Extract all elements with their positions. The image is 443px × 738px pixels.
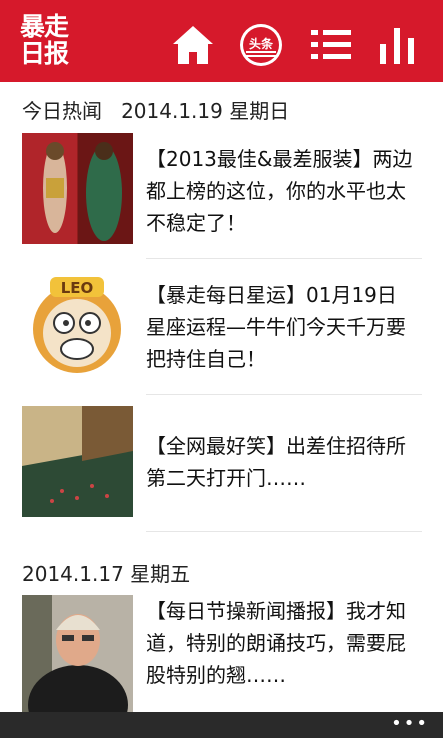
home-icon[interactable] bbox=[170, 22, 216, 68]
divider bbox=[146, 394, 422, 395]
section-header-date: 2014.1.17 星期五 bbox=[22, 562, 191, 586]
headline-icon[interactable]: 头条 bbox=[238, 22, 284, 68]
app-header: 暴走 日报 头条 bbox=[0, 0, 443, 82]
app-logo[interactable]: 暴走 日报 bbox=[20, 13, 78, 67]
news-thumbnail[interactable]: LEO bbox=[22, 269, 133, 380]
list-icon[interactable] bbox=[308, 22, 354, 68]
divider bbox=[146, 258, 422, 259]
logo-line-2: 日报 bbox=[20, 39, 69, 68]
logo-line-1: 暴走 bbox=[20, 12, 69, 41]
news-title[interactable]: 【2013最佳&最差服装】两边都上榜的这位，你的水平也太不稳定了！ bbox=[146, 143, 416, 239]
headline-badge-text: 头条 bbox=[249, 36, 274, 51]
news-title[interactable]: 【每日节操新闻播报】我才知道，特别的朗诵技巧，需要屁股特别的翘…… bbox=[146, 595, 416, 691]
section-header-today: 今日热闻 2014.1.19 星期日 bbox=[22, 99, 290, 123]
news-thumbnail[interactable] bbox=[22, 406, 133, 517]
chart-icon[interactable] bbox=[376, 22, 422, 68]
news-thumbnail[interactable] bbox=[22, 133, 133, 244]
more-options-icon[interactable]: ••• bbox=[391, 715, 429, 733]
app-bar: ••• bbox=[0, 712, 443, 738]
leo-badge-text: LEO bbox=[61, 279, 94, 297]
news-title[interactable]: 【暴走每日星运】01月19日星座运程—牛牛们今天千万要把持住自己！ bbox=[146, 279, 416, 375]
news-title[interactable]: 【全网最好笑】出差住招待所第二天打开门…… bbox=[146, 430, 416, 494]
news-thumbnail[interactable] bbox=[22, 595, 133, 712]
divider bbox=[146, 531, 422, 532]
